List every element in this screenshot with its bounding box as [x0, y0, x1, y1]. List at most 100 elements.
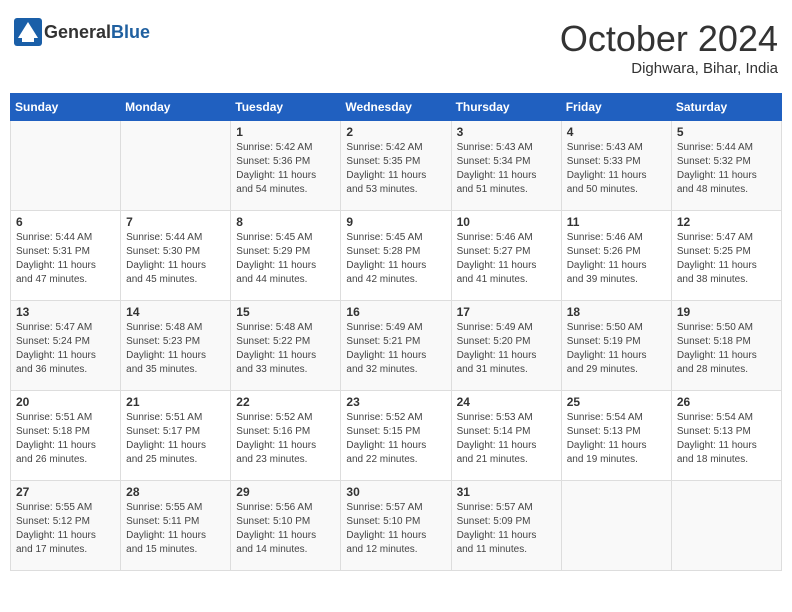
- day-number: 19: [677, 305, 776, 319]
- day-number: 21: [126, 395, 225, 409]
- day-number: 31: [457, 485, 556, 499]
- day-number: 6: [16, 215, 115, 229]
- header-thursday: Thursday: [451, 94, 561, 121]
- cell-info: Sunrise: 5:42 AMSunset: 5:36 PMDaylight:…: [236, 141, 335, 197]
- calendar-cell: 11 Sunrise: 5:46 AMSunset: 5:26 PMDayligh…: [561, 211, 671, 301]
- cell-info: Sunrise: 5:51 AMSunset: 5:17 PMDaylight:…: [126, 411, 225, 467]
- calendar-body: 1 Sunrise: 5:42 AMSunset: 5:36 PMDaylight…: [11, 121, 782, 571]
- calendar-cell: 18Sunrise: 5:50 AMSunset: 5:19 PMDayligh…: [561, 301, 671, 391]
- cell-info: Sunrise: 5:47 AMSunset: 5:24 PMDaylight:…: [16, 321, 115, 377]
- calendar-cell: 19 Sunrise: 5:50 AMSunset: 5:18 PMDayligh…: [671, 301, 781, 391]
- calendar-cell: 23 Sunrise: 5:52 AMSunset: 5:15 PMDayligh…: [341, 391, 451, 481]
- calendar-cell: 15 Sunrise: 5:48 AMSunset: 5:22 PMDayligh…: [231, 301, 341, 391]
- day-number: 7: [126, 215, 225, 229]
- calendar-cell: 20Sunrise: 5:51 AMSunset: 5:18 PMDayligh…: [11, 391, 121, 481]
- cell-info: Sunrise: 5:50 AMSunset: 5:18 PMDaylight:…: [677, 321, 776, 377]
- day-number: 18: [567, 305, 666, 319]
- cell-info: Sunrise: 5:45 AMSunset: 5:28 PMDaylight:…: [346, 231, 445, 287]
- day-number: 4: [567, 125, 666, 139]
- week-row-5: 27 Sunrise: 5:55 AMSunset: 5:12 PMDayligh…: [11, 481, 782, 571]
- day-number: 5: [677, 125, 776, 139]
- day-number: 9: [346, 215, 445, 229]
- day-number: 10: [457, 215, 556, 229]
- calendar-cell: 31 Sunrise: 5:57 AMSunset: 5:09 PMDayligh…: [451, 481, 561, 571]
- logo-icon: [14, 18, 42, 46]
- cell-info: Sunrise: 5:57 AMSunset: 5:09 PMDaylight:…: [457, 501, 556, 557]
- calendar-cell: [671, 481, 781, 571]
- day-number: 26: [677, 395, 776, 409]
- cell-info: Sunrise: 5:45 AMSunset: 5:29 PMDaylight:…: [236, 231, 335, 287]
- cell-info: Sunrise: 5:46 AMSunset: 5:27 PMDaylight:…: [457, 231, 556, 287]
- page-header: GeneralBlue October 2024 Dighwara, Bihar…: [10, 10, 782, 85]
- day-number: 16: [346, 305, 445, 319]
- day-number: 24: [457, 395, 556, 409]
- cell-info: Sunrise: 5:49 AMSunset: 5:20 PMDaylight:…: [457, 321, 556, 377]
- week-row-4: 20Sunrise: 5:51 AMSunset: 5:18 PMDayligh…: [11, 391, 782, 481]
- cell-info: Sunrise: 5:46 AMSunset: 5:26 PMDaylight:…: [567, 231, 666, 287]
- calendar-cell: 2 Sunrise: 5:42 AMSunset: 5:35 PMDaylight…: [341, 121, 451, 211]
- cell-info: Sunrise: 5:42 AMSunset: 5:35 PMDaylight:…: [346, 141, 445, 197]
- cell-info: Sunrise: 5:55 AMSunset: 5:12 PMDaylight:…: [16, 501, 115, 557]
- calendar-cell: 27 Sunrise: 5:55 AMSunset: 5:12 PMDayligh…: [11, 481, 121, 571]
- header-monday: Monday: [121, 94, 231, 121]
- location: Dighwara, Bihar, India: [560, 60, 778, 77]
- cell-info: Sunrise: 5:44 AMSunset: 5:31 PMDaylight:…: [16, 231, 115, 287]
- day-number: 29: [236, 485, 335, 499]
- day-number: 3: [457, 125, 556, 139]
- day-number: 27: [16, 485, 115, 499]
- day-number: 23: [346, 395, 445, 409]
- calendar-header: Sunday Monday Tuesday Wednesday Thursday…: [11, 94, 782, 121]
- header-wednesday: Wednesday: [341, 94, 451, 121]
- day-number: 13: [16, 305, 115, 319]
- day-number: 12: [677, 215, 776, 229]
- logo-blue-text: Blue: [111, 22, 150, 42]
- cell-info: Sunrise: 5:47 AMSunset: 5:25 PMDaylight:…: [677, 231, 776, 287]
- day-number: 1: [236, 125, 335, 139]
- title-block: October 2024 Dighwara, Bihar, India: [560, 18, 778, 77]
- header-friday: Friday: [561, 94, 671, 121]
- day-number: 8: [236, 215, 335, 229]
- header-row: Sunday Monday Tuesday Wednesday Thursday…: [11, 94, 782, 121]
- day-number: 14: [126, 305, 225, 319]
- cell-info: Sunrise: 5:43 AMSunset: 5:34 PMDaylight:…: [457, 141, 556, 197]
- cell-info: Sunrise: 5:43 AMSunset: 5:33 PMDaylight:…: [567, 141, 666, 197]
- header-sunday: Sunday: [11, 94, 121, 121]
- calendar-table: Sunday Monday Tuesday Wednesday Thursday…: [10, 93, 782, 571]
- day-number: 2: [346, 125, 445, 139]
- calendar-cell: 21 Sunrise: 5:51 AMSunset: 5:17 PMDayligh…: [121, 391, 231, 481]
- calendar-cell: [11, 121, 121, 211]
- calendar-cell: 28Sunrise: 5:55 AMSunset: 5:11 PMDayligh…: [121, 481, 231, 571]
- cell-info: Sunrise: 5:52 AMSunset: 5:15 PMDaylight:…: [346, 411, 445, 467]
- calendar-cell: 29 Sunrise: 5:56 AMSunset: 5:10 PMDayligh…: [231, 481, 341, 571]
- cell-info: Sunrise: 5:44 AMSunset: 5:32 PMDaylight:…: [677, 141, 776, 197]
- day-number: 17: [457, 305, 556, 319]
- cell-info: Sunrise: 5:48 AMSunset: 5:22 PMDaylight:…: [236, 321, 335, 377]
- day-number: 25: [567, 395, 666, 409]
- day-number: 11: [567, 215, 666, 229]
- calendar-cell: 24Sunrise: 5:53 AMSunset: 5:14 PMDayligh…: [451, 391, 561, 481]
- week-row-1: 1 Sunrise: 5:42 AMSunset: 5:36 PMDaylight…: [11, 121, 782, 211]
- calendar-cell: 30Sunrise: 5:57 AMSunset: 5:10 PMDayligh…: [341, 481, 451, 571]
- calendar-cell: 16Sunrise: 5:49 AMSunset: 5:21 PMDayligh…: [341, 301, 451, 391]
- cell-info: Sunrise: 5:48 AMSunset: 5:23 PMDaylight:…: [126, 321, 225, 377]
- calendar-cell: 9 Sunrise: 5:45 AMSunset: 5:28 PMDaylight…: [341, 211, 451, 301]
- calendar-cell: 5 Sunrise: 5:44 AMSunset: 5:32 PMDaylight…: [671, 121, 781, 211]
- calendar-cell: 8 Sunrise: 5:45 AMSunset: 5:29 PMDaylight…: [231, 211, 341, 301]
- calendar-cell: 12 Sunrise: 5:47 AMSunset: 5:25 PMDayligh…: [671, 211, 781, 301]
- calendar-cell: 1 Sunrise: 5:42 AMSunset: 5:36 PMDaylight…: [231, 121, 341, 211]
- calendar-cell: [561, 481, 671, 571]
- calendar-cell: 4 Sunrise: 5:43 AMSunset: 5:33 PMDaylight…: [561, 121, 671, 211]
- day-number: 15: [236, 305, 335, 319]
- calendar-cell: 10 Sunrise: 5:46 AMSunset: 5:27 PMDayligh…: [451, 211, 561, 301]
- month-title: October 2024: [560, 18, 778, 60]
- cell-info: Sunrise: 5:57 AMSunset: 5:10 PMDaylight:…: [346, 501, 445, 557]
- calendar-cell: 14 Sunrise: 5:48 AMSunset: 5:23 PMDayligh…: [121, 301, 231, 391]
- cell-info: Sunrise: 5:44 AMSunset: 5:30 PMDaylight:…: [126, 231, 225, 287]
- cell-info: Sunrise: 5:56 AMSunset: 5:10 PMDaylight:…: [236, 501, 335, 557]
- day-number: 28: [126, 485, 225, 499]
- week-row-2: 6 Sunrise: 5:44 AMSunset: 5:31 PMDaylight…: [11, 211, 782, 301]
- calendar-cell: 13 Sunrise: 5:47 AMSunset: 5:24 PMDayligh…: [11, 301, 121, 391]
- calendar-cell: [121, 121, 231, 211]
- calendar-cell: 17 Sunrise: 5:49 AMSunset: 5:20 PMDayligh…: [451, 301, 561, 391]
- week-row-3: 13 Sunrise: 5:47 AMSunset: 5:24 PMDayligh…: [11, 301, 782, 391]
